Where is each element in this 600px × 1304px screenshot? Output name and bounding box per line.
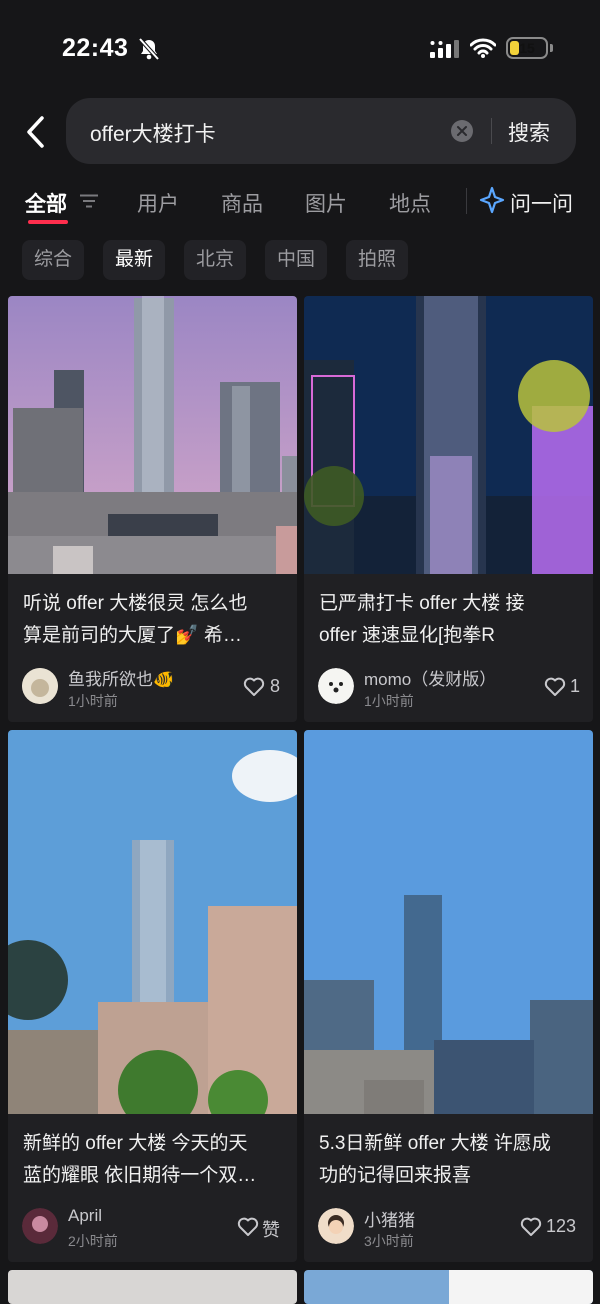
bell-muted-icon <box>138 37 160 61</box>
post-image <box>304 296 593 574</box>
tab-products[interactable]: 商品 <box>221 188 263 218</box>
cellular-signal-icon <box>430 40 459 58</box>
tab-users[interactable]: 用户 <box>137 188 179 218</box>
note-card[interactable]: 听说 offer 大楼很灵 怎么也 算是前司的大厦了💅 希… 鱼我所欲也🐠 1小… <box>8 296 297 722</box>
post-image <box>8 296 297 574</box>
sparkle-ask-icon[interactable] <box>479 186 505 214</box>
like-count: 1 <box>570 676 581 696</box>
active-tab-indicator <box>28 220 68 224</box>
battery-indicator: 15 <box>506 37 548 59</box>
filter-icon[interactable] <box>80 194 98 208</box>
battery-level: 15 <box>519 40 535 56</box>
status-bar: 22:43 15 <box>0 0 600 96</box>
search-query[interactable]: offer大楼打卡 <box>90 118 216 148</box>
avatar[interactable] <box>318 668 354 704</box>
chip-beijing[interactable]: 北京 <box>184 240 247 280</box>
post-image-fragment <box>449 1270 593 1304</box>
status-time: 22:43 <box>62 34 129 62</box>
search-divider <box>491 118 492 144</box>
tabs-divider <box>466 188 467 214</box>
post-time: 2小时前 <box>68 1233 118 1249</box>
search-button[interactable]: 搜索 <box>508 117 550 147</box>
heart-icon[interactable] <box>243 677 265 697</box>
avatar[interactable] <box>22 1208 58 1244</box>
battery-cap <box>550 44 553 52</box>
search-input[interactable]: offer大楼打卡 搜索 <box>66 98 576 164</box>
tab-places[interactable]: 地点 <box>389 188 431 218</box>
post-time: 1小时前 <box>68 693 118 709</box>
note-card[interactable]: 已严肃打卡 offer 大楼 接 offer 速速显化[抱拳R momo（发财版… <box>304 296 593 722</box>
like-count: 8 <box>270 676 281 696</box>
note-card[interactable]: 新鲜的 offer 大楼 今天的天 蓝的耀眼 依旧期待一个双… April 2小… <box>8 730 297 1262</box>
like-count: 赞 <box>262 1220 280 1240</box>
post-title: 已严肃打卡 offer 大楼 接 offer 速速显化[抱拳R <box>319 593 525 646</box>
post-image <box>304 730 593 1114</box>
note-card-partial[interactable] <box>304 1270 593 1304</box>
like-count: 123 <box>546 1216 577 1236</box>
post-time: 1小时前 <box>364 693 414 709</box>
author-name[interactable]: 鱼我所欲也🐠 <box>68 665 174 690</box>
back-arrow-icon[interactable] <box>22 112 50 152</box>
clear-search-button[interactable] <box>451 120 473 142</box>
author-name[interactable]: 小猪猪 <box>364 1206 415 1231</box>
note-card[interactable]: 5.3日新鲜 offer 大楼 许愿成 功的记得回来报喜 小猪猪 3小时前 12… <box>304 730 593 1262</box>
close-icon <box>457 126 467 136</box>
heart-icon[interactable] <box>237 1217 259 1237</box>
post-title: 新鲜的 offer 大楼 今天的天 蓝的耀眼 依旧期待一个双… <box>23 1133 257 1186</box>
author-name[interactable]: momo（发财版） <box>364 665 496 690</box>
post-image <box>8 730 297 1114</box>
tab-all[interactable]: 全部 <box>25 188 67 218</box>
tab-images[interactable]: 图片 <box>305 188 347 218</box>
post-time: 3小时前 <box>364 1233 414 1249</box>
heart-icon[interactable] <box>520 1217 542 1237</box>
chip-photography[interactable]: 拍照 <box>346 240 409 280</box>
chip-china[interactable]: 中国 <box>265 240 328 280</box>
post-title: 听说 offer 大楼很灵 怎么也 算是前司的大厦了💅 希… <box>23 593 248 646</box>
avatar[interactable] <box>318 1208 354 1244</box>
tab-ask[interactable]: 问一问 <box>510 188 573 218</box>
chip-latest[interactable]: 最新 <box>103 240 166 280</box>
note-card-partial[interactable] <box>8 1270 297 1304</box>
wifi-icon <box>470 38 496 58</box>
avatar[interactable] <box>22 668 58 704</box>
author-name[interactable]: April <box>68 1206 102 1226</box>
post-title: 5.3日新鲜 offer 大楼 许愿成 功的记得回来报喜 <box>319 1133 551 1186</box>
chip-comprehensive[interactable]: 综合 <box>22 240 85 280</box>
heart-icon[interactable] <box>544 677 566 697</box>
